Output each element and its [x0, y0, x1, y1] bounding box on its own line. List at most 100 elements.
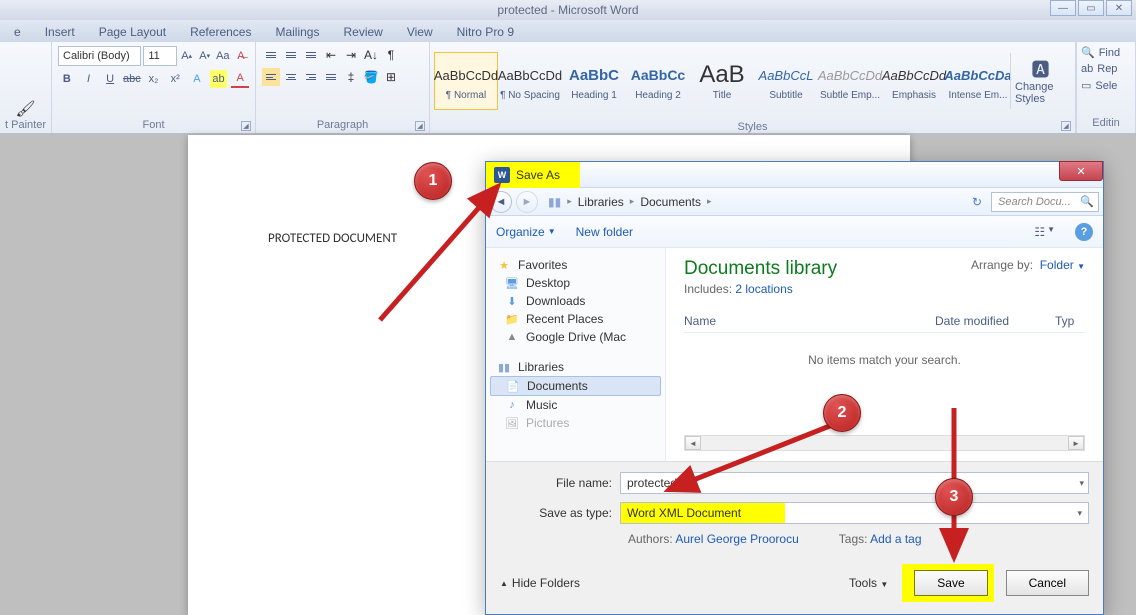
style-no-spacing[interactable]: AaBbCcDd¶ No Spacing	[498, 52, 562, 110]
tab-file[interactable]: e	[4, 22, 31, 42]
style-subtitle[interactable]: AaBbCcLSubtitle	[754, 52, 818, 110]
align-left-button[interactable]	[262, 68, 280, 86]
style-emphasis[interactable]: AaBbCcDdEmphasis	[882, 52, 946, 110]
hide-folders-button[interactable]: ▲ Hide Folders	[500, 576, 580, 590]
font-dialog-launcher[interactable]: ◢	[241, 121, 251, 131]
tree-music[interactable]: ♪Music	[490, 396, 661, 414]
save-highlight: Save	[902, 564, 993, 602]
tree-recent[interactable]: 📁Recent Places	[490, 310, 661, 328]
subscript-button[interactable]: x₂	[145, 70, 163, 88]
cancel-button[interactable]: Cancel	[1006, 570, 1089, 596]
replace-button[interactable]: abRep	[1081, 63, 1131, 75]
tab-mailings[interactable]: Mailings	[265, 22, 329, 42]
breadcrumb[interactable]: ▮▮ ▸ Libraries ▸ Documents ▸	[542, 195, 963, 209]
styles-dialog-launcher[interactable]: ◢	[1061, 121, 1071, 131]
save-type-input[interactable]: Word XML Document	[621, 503, 785, 523]
col-name[interactable]: Name	[684, 314, 935, 328]
numbering-button[interactable]	[282, 46, 300, 64]
shrink-font-button[interactable]: A▾	[197, 47, 213, 65]
tree-gdrive[interactable]: ▲Google Drive (Mac	[490, 328, 661, 346]
col-type[interactable]: Typ	[1055, 314, 1085, 328]
style-normal[interactable]: AaBbCcDd¶ Normal	[434, 52, 498, 110]
view-options-button[interactable]: ☷ ▼	[1034, 225, 1055, 239]
tags-link[interactable]: Add a tag	[870, 532, 921, 546]
increase-indent-button[interactable]: ⇥	[342, 46, 360, 64]
text-effects-button[interactable]: A	[188, 70, 206, 88]
file-name-input[interactable]: protected▾	[620, 472, 1089, 494]
tree-pictures[interactable]: 🖼Pictures	[490, 414, 661, 432]
tools-button[interactable]: Tools ▼	[849, 576, 888, 590]
line-spacing-button[interactable]: ‡	[342, 68, 360, 86]
breadcrumb-libraries[interactable]: Libraries	[578, 195, 624, 209]
refresh-button[interactable]: ↻	[967, 192, 987, 212]
nav-forward-button[interactable]: ►	[516, 191, 538, 213]
tab-nitro[interactable]: Nitro Pro 9	[447, 22, 524, 42]
align-center-button[interactable]	[282, 68, 300, 86]
tree-downloads[interactable]: ⬇Downloads	[490, 292, 661, 310]
help-button[interactable]: ?	[1075, 223, 1093, 241]
nav-back-button[interactable]: ◄	[490, 191, 512, 213]
style-heading-1[interactable]: AaBbCHeading 1	[562, 52, 626, 110]
change-styles-button[interactable]: 🅰 Change Styles	[1010, 53, 1070, 109]
tree-documents[interactable]: 📄Documents	[490, 376, 661, 396]
highlight-button[interactable]: ab	[210, 70, 228, 88]
italic-button[interactable]: I	[80, 70, 98, 88]
empty-message: No items match your search.	[684, 353, 1085, 367]
styles-gallery[interactable]: AaBbCcDd¶ Normal AaBbCcDd¶ No Spacing Aa…	[430, 42, 1075, 119]
bullets-button[interactable]	[262, 46, 280, 64]
decrease-indent-button[interactable]: ⇤	[322, 46, 340, 64]
show-marks-button[interactable]: ¶	[382, 46, 400, 64]
font-name-combo[interactable]: Calibri (Body)	[58, 46, 141, 66]
sort-button[interactable]: A↓	[362, 46, 380, 64]
select-button[interactable]: ▭Sele	[1081, 79, 1131, 92]
font-color-button[interactable]: A	[231, 70, 249, 88]
format-painter[interactable]: 🖌	[15, 99, 35, 119]
bold-button[interactable]: B	[58, 70, 76, 88]
change-case-button[interactable]: Aa	[215, 47, 231, 65]
shading-button[interactable]: 🪣	[362, 68, 380, 86]
save-button[interactable]: Save	[914, 570, 987, 596]
scroll-right-icon[interactable]: ►	[1068, 436, 1084, 450]
style-subtle-emphasis[interactable]: AaBbCcDdSubtle Emp...	[818, 52, 882, 110]
font-size-combo[interactable]: 11	[143, 46, 176, 66]
authors-link[interactable]: Aurel George Proorocu	[675, 532, 798, 546]
style-heading-2[interactable]: AaBbCcHeading 2	[626, 52, 690, 110]
file-list-headers[interactable]: Name Date modified Typ	[684, 314, 1085, 333]
breadcrumb-documents[interactable]: Documents	[640, 195, 701, 209]
strikethrough-button[interactable]: abc	[123, 70, 141, 88]
minimize-button[interactable]: —	[1050, 0, 1076, 16]
style-intense-emphasis[interactable]: AaBbCcDaIntense Em...	[946, 52, 1010, 110]
grow-font-button[interactable]: A▴	[179, 47, 195, 65]
organize-button[interactable]: Organize ▼	[496, 225, 556, 239]
style-title[interactable]: AaBTitle	[690, 52, 754, 110]
paragraph-dialog-launcher[interactable]: ◢	[415, 121, 425, 131]
search-input[interactable]: Search Docu... 🔍	[991, 192, 1099, 212]
col-date[interactable]: Date modified	[935, 314, 1055, 328]
dialog-titlebar[interactable]: W Save As ✕	[486, 162, 1103, 188]
align-right-button[interactable]	[302, 68, 320, 86]
clear-formatting-button[interactable]: A̶	[233, 47, 249, 65]
scroll-left-icon[interactable]: ◄	[685, 436, 701, 450]
dialog-close-button[interactable]: ✕	[1059, 161, 1103, 181]
tree-libraries[interactable]: ▮▮Libraries	[490, 358, 661, 376]
find-button[interactable]: 🔍Find	[1081, 46, 1131, 59]
tree-favorites[interactable]: ★Favorites	[490, 256, 661, 274]
includes-link[interactable]: 2 locations	[735, 282, 792, 296]
horizontal-scrollbar[interactable]: ◄ ►	[684, 435, 1085, 451]
maximize-button[interactable]: ▭	[1078, 0, 1104, 16]
tree-desktop[interactable]: 🖥Desktop	[490, 274, 661, 292]
borders-button[interactable]: ⊞	[382, 68, 400, 86]
underline-button[interactable]: U	[101, 70, 119, 88]
tab-view[interactable]: View	[397, 22, 443, 42]
justify-button[interactable]	[322, 68, 340, 86]
tab-references[interactable]: References	[180, 22, 261, 42]
new-folder-button[interactable]: New folder	[576, 225, 633, 239]
tab-review[interactable]: Review	[333, 22, 392, 42]
close-button[interactable]: ✕	[1106, 0, 1132, 16]
tab-insert[interactable]: Insert	[35, 22, 85, 42]
superscript-button[interactable]: x²	[166, 70, 184, 88]
chevron-down-icon[interactable]: ▾	[1077, 508, 1082, 519]
arrange-by-link[interactable]: Folder ▼	[1040, 258, 1085, 272]
multilevel-button[interactable]	[302, 46, 320, 64]
tab-page-layout[interactable]: Page Layout	[89, 22, 176, 42]
